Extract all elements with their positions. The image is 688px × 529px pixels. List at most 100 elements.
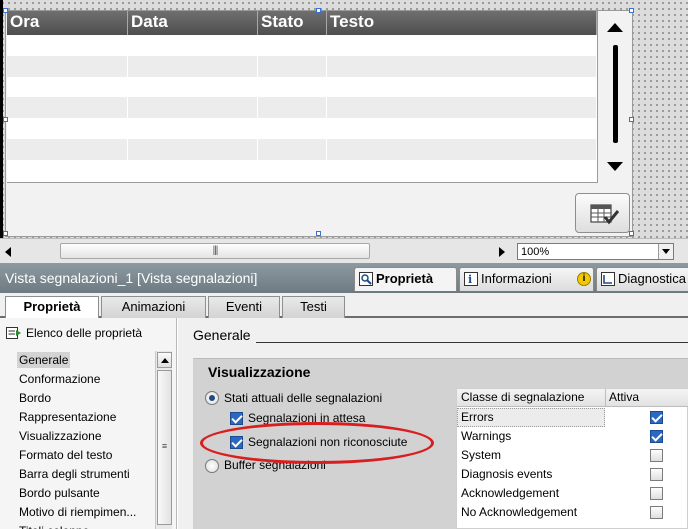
column-divider[interactable]: [605, 389, 606, 406]
property-item[interactable]: Rappresentazione: [19, 409, 116, 425]
acknowledge-button[interactable]: [575, 193, 630, 233]
table-row[interactable]: [7, 138, 597, 160]
selection-handle[interactable]: [3, 117, 8, 122]
radio-current-states[interactable]: [205, 391, 219, 405]
table-cell[interactable]: [258, 118, 327, 139]
column-header-data[interactable]: Data: [128, 11, 258, 35]
alarm-class-table[interactable]: Classe di segnalazione Attiva Errors Warn…: [456, 388, 688, 529]
table-cell[interactable]: [7, 159, 128, 181]
subtab-eventi[interactable]: Eventi: [208, 296, 280, 318]
active-checkbox[interactable]: [650, 430, 663, 443]
alarm-table[interactable]: Ora Data Stato Testo: [7, 11, 598, 183]
table-cell[interactable]: [128, 35, 258, 56]
table-cell[interactable]: [7, 118, 128, 139]
table-cell[interactable]: [128, 55, 258, 77]
table-row[interactable]: [7, 97, 597, 119]
table-cell[interactable]: [258, 138, 327, 160]
table-cell[interactable]: [258, 159, 327, 181]
table-cell[interactable]: [327, 159, 597, 181]
table-cell[interactable]: [327, 35, 597, 56]
table-cell[interactable]: [258, 97, 327, 119]
property-item[interactable]: Titoli colonne: [19, 523, 89, 529]
class-table-row[interactable]: Warnings: [457, 427, 688, 446]
table-cell[interactable]: [327, 138, 597, 160]
selection-handle[interactable]: [629, 231, 634, 236]
table-cell[interactable]: [7, 55, 128, 77]
subtab-testi[interactable]: Testi: [282, 296, 345, 318]
property-item[interactable]: Generale: [17, 352, 71, 368]
column-header-active[interactable]: Attiva: [609, 389, 639, 406]
active-checkbox[interactable]: [650, 487, 663, 500]
table-cell[interactable]: [128, 118, 258, 139]
horizontal-scroll-thumb[interactable]: |||: [60, 243, 370, 259]
property-item[interactable]: Formato del testo: [19, 447, 112, 463]
alarm-vertical-scrollbar[interactable]: [600, 11, 632, 183]
table-cell[interactable]: [327, 97, 597, 119]
property-item[interactable]: Bordo pulsante: [19, 485, 100, 501]
chevron-down-icon[interactable]: [658, 244, 673, 259]
selection-handle[interactable]: [3, 8, 8, 13]
scroll-right-arrow-icon[interactable]: [499, 247, 505, 257]
column-header-testo[interactable]: Testo: [327, 11, 597, 35]
table-cell[interactable]: [128, 76, 258, 98]
scroll-up-arrow-icon[interactable]: [157, 352, 172, 368]
alarm-view-control[interactable]: Ora Data Stato Testo: [5, 10, 633, 237]
property-list-scrollbar[interactable]: ≡: [155, 351, 172, 529]
zoom-select[interactable]: 100%: [517, 243, 674, 260]
checkbox-unacknowledged[interactable]: [230, 436, 243, 449]
selection-handle[interactable]: [316, 8, 321, 13]
property-list-header[interactable]: Elenco delle proprietà: [6, 326, 142, 340]
table-row[interactable]: [7, 55, 597, 77]
tab-diagnostica[interactable]: Diagnostica: [596, 267, 688, 291]
table-row[interactable]: [7, 76, 597, 98]
design-canvas[interactable]: Ora Data Stato Testo: [0, 0, 688, 238]
active-checkbox[interactable]: [650, 506, 663, 519]
table-cell[interactable]: [7, 35, 128, 56]
table-cell[interactable]: [128, 138, 258, 160]
table-cell[interactable]: [258, 35, 327, 56]
subtab-proprieta[interactable]: Proprietà: [5, 296, 99, 319]
table-row[interactable]: [7, 118, 597, 139]
table-cell[interactable]: [327, 55, 597, 77]
property-scroll-thumb[interactable]: ≡: [157, 370, 172, 525]
scroll-left-arrow-icon[interactable]: [5, 247, 11, 257]
active-checkbox[interactable]: [650, 468, 663, 481]
selection-handle[interactable]: [629, 8, 634, 13]
horizontal-scrollbar[interactable]: |||: [22, 243, 492, 259]
subtab-animazioni[interactable]: Animazioni: [101, 296, 206, 318]
table-cell[interactable]: [258, 76, 327, 98]
class-table-row[interactable]: Diagnosis events: [457, 465, 688, 484]
column-header-ora[interactable]: Ora: [7, 11, 128, 35]
column-header-class[interactable]: Classe di segnalazione: [461, 389, 584, 406]
property-item[interactable]: Barra degli strumenti: [19, 466, 130, 482]
class-table-row[interactable]: No Acknowledgement: [457, 503, 688, 522]
property-item[interactable]: Motivo di riempimen...: [19, 504, 136, 520]
scroll-down-arrow-icon[interactable]: [607, 162, 623, 171]
class-table-row[interactable]: System: [457, 446, 688, 465]
property-item[interactable]: Visualizzazione: [19, 428, 102, 444]
checkbox-pending[interactable]: [230, 412, 243, 425]
selection-handle[interactable]: [629, 117, 634, 122]
property-item[interactable]: Bordo: [19, 390, 51, 406]
tab-proprieta[interactable]: Proprietà: [354, 267, 457, 291]
table-cell[interactable]: [327, 76, 597, 98]
tab-informazioni[interactable]: i Informazioni i: [459, 267, 594, 291]
selection-handle[interactable]: [3, 231, 8, 236]
table-cell[interactable]: [128, 97, 258, 119]
active-checkbox[interactable]: [650, 449, 663, 462]
property-item[interactable]: Conformazione: [19, 371, 100, 387]
scroll-thumb[interactable]: [613, 45, 618, 143]
selection-handle[interactable]: [316, 231, 321, 236]
radio-buffer[interactable]: [205, 459, 219, 473]
table-cell[interactable]: [128, 159, 258, 181]
table-cell[interactable]: [258, 55, 327, 77]
table-cell[interactable]: [7, 97, 128, 119]
column-header-stato[interactable]: Stato: [258, 11, 327, 35]
table-cell[interactable]: [7, 76, 128, 98]
table-row[interactable]: [7, 35, 597, 56]
class-table-row[interactable]: Errors: [457, 408, 688, 427]
active-checkbox[interactable]: [650, 411, 663, 424]
scroll-up-arrow-icon[interactable]: [607, 23, 623, 32]
table-cell[interactable]: [7, 138, 128, 160]
table-cell[interactable]: [327, 118, 597, 139]
